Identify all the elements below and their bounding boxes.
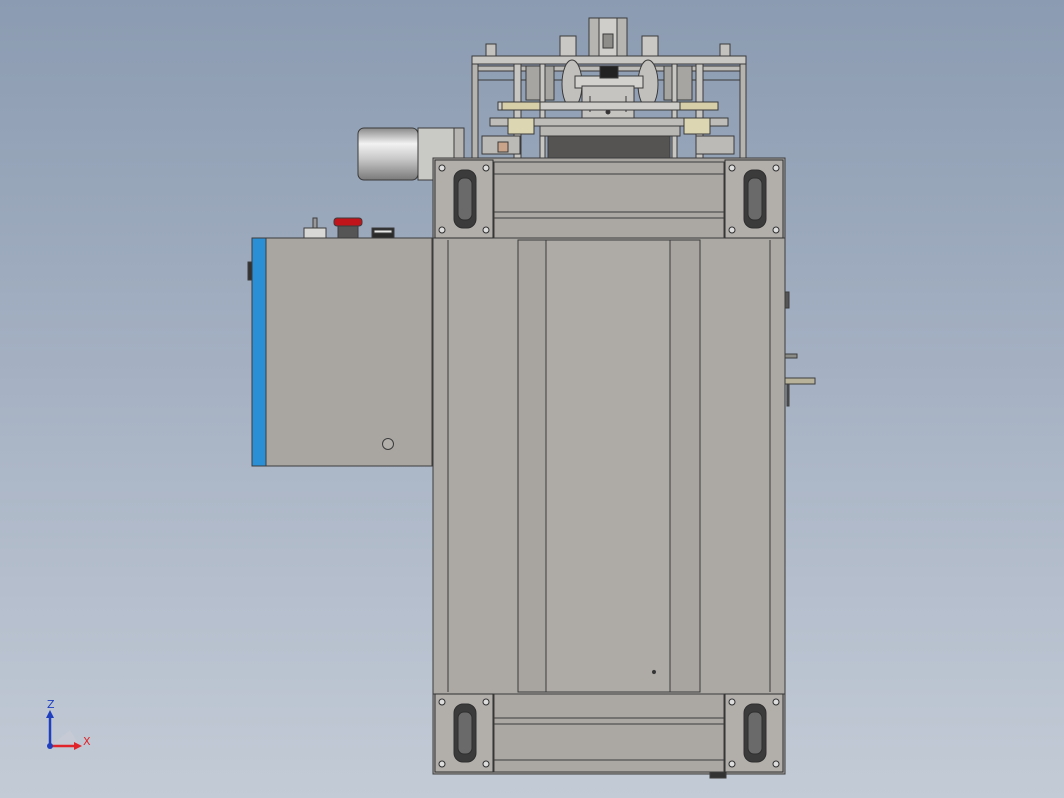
- emergency-stop-button[interactable]: [333, 217, 363, 239]
- machine-model-front-view[interactable]: [0, 0, 1064, 798]
- selector-switch[interactable]: [303, 217, 327, 239]
- cad-viewport[interactable]: Z X: [0, 0, 1064, 798]
- push-button[interactable]: [371, 227, 395, 239]
- main-chassis[interactable]: [432, 157, 816, 779]
- caster-wheel-bottom-right[interactable]: [724, 693, 784, 773]
- upper-mechanism[interactable]: [471, 17, 747, 159]
- axis-triad: [46, 710, 82, 750]
- control-box[interactable]: [247, 237, 433, 467]
- caster-wheel-bottom-left[interactable]: [434, 693, 494, 773]
- x-axis-label: X: [83, 735, 91, 748]
- caster-wheel-top-right[interactable]: [724, 159, 784, 239]
- z-axis-label: Z: [47, 698, 55, 711]
- caster-wheel-top-left[interactable]: [434, 159, 494, 239]
